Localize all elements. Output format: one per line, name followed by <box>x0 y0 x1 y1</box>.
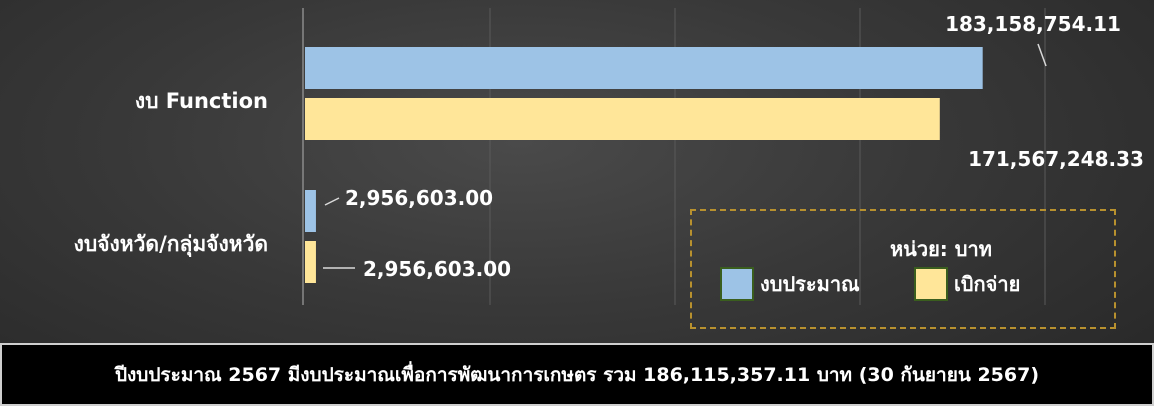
bar-disbursed <box>305 241 316 283</box>
legend-unit-label: หน่วย: บาท <box>890 237 992 261</box>
summary-banner: ปีงบประมาณ 2567 มีงบประมาณเพื่อการพัฒนาก… <box>0 343 1154 406</box>
data-label: 2,956,603.00 <box>363 257 511 281</box>
data-label: 183,158,754.11 <box>945 12 1121 36</box>
legend-swatch-budget <box>720 267 754 301</box>
bar-budget <box>305 190 316 232</box>
data-label: 171,567,248.33 <box>968 147 1144 171</box>
legend: หน่วย: บาท งบประมาณ เบิกจ่าย <box>690 209 1116 329</box>
category-label: งบจังหวัด/กลุ่มจังหวัด <box>74 232 268 258</box>
summary-text: ปีงบประมาณ 2567 มีงบประมาณเพื่อการพัฒนาก… <box>114 363 1040 386</box>
legend-label-budget: งบประมาณ <box>760 272 860 296</box>
legend-item-disbursed: เบิกจ่าย <box>914 267 1020 301</box>
data-label-leader <box>324 197 340 206</box>
legend-swatch-disbursed <box>914 267 948 301</box>
category-label: งบ Function <box>135 89 268 113</box>
data-label: 2,956,603.00 <box>345 186 493 210</box>
bar-budget <box>305 47 983 89</box>
legend-item-budget: งบประมาณ <box>720 267 860 301</box>
bar-disbursed <box>305 98 940 140</box>
legend-label-disbursed: เบิกจ่าย <box>954 272 1021 296</box>
